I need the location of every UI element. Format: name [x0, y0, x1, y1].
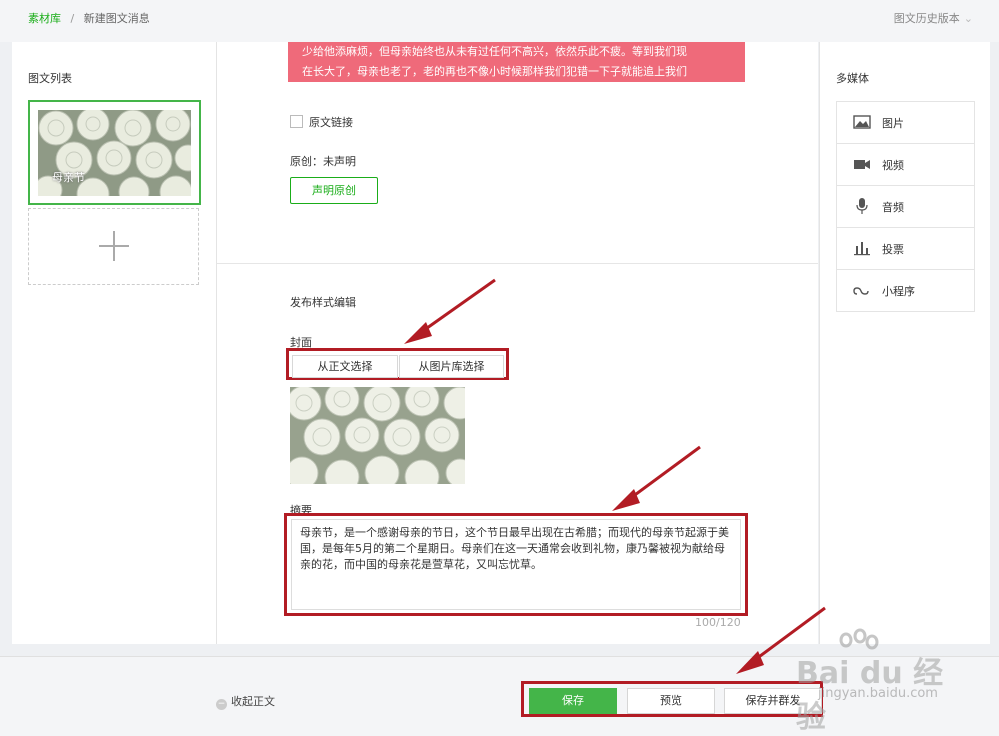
editor-body-area: 少给他添麻烦，但母亲始终也从未有过任何不高兴，依然乐此不疲。等到我们现 在长大了…: [217, 42, 818, 264]
breadcrumb-root-link[interactable]: 素材库: [28, 12, 61, 25]
chevron-down-icon: ⌄: [963, 12, 973, 25]
original-link-label: 原文链接: [309, 116, 353, 129]
media-item-video[interactable]: 视频: [837, 144, 974, 186]
cover-from-library-button[interactable]: 从图片库选择: [399, 355, 504, 378]
cover-button-group: 从正文选择 从图片库选择: [286, 348, 509, 380]
action-highlight-box: 保存 预览 保存并群发: [521, 681, 823, 717]
multimedia-title: 多媒体: [836, 72, 869, 85]
original-status-text: 原创：未声明: [290, 155, 356, 168]
body-text-line-2: 在长大了，母亲也老了，老的再也不像小时候那样我们犯错一下子就能追上我们: [302, 65, 687, 78]
top-bar: 素材库 / 新建图文消息 图文历史版本 ⌄: [0, 0, 999, 42]
preview-button[interactable]: 预览: [627, 688, 715, 714]
cover-from-body-button[interactable]: 从正文选择: [292, 355, 398, 378]
article-list-title: 图文列表: [28, 72, 72, 85]
mini-program-icon: [853, 287, 869, 295]
publish-style-title: 发布样式编辑: [290, 296, 356, 309]
history-versions-dropdown[interactable]: 图文历史版本 ⌄: [894, 10, 973, 26]
save-and-publish-button[interactable]: 保存并群发: [724, 688, 822, 714]
image-icon: [853, 115, 871, 129]
article-card[interactable]: 母亲节: [28, 100, 201, 205]
abstract-char-counter: 100/120: [695, 616, 741, 629]
collapse-body-label: 收起正文: [231, 695, 275, 708]
article-list-panel: 图文列表 母亲节: [12, 42, 217, 644]
breadcrumb-separator: /: [70, 12, 75, 25]
declare-original-button[interactable]: 声明原创: [290, 177, 378, 204]
breadcrumb-current: 新建图文消息: [83, 12, 150, 25]
article-card-title: 母亲节: [52, 171, 85, 184]
media-item-label: 小程序: [882, 285, 915, 298]
add-article-button[interactable]: [28, 208, 199, 285]
collapse-body-button[interactable]: − 收起正文: [216, 693, 275, 710]
plus-icon: [99, 231, 129, 261]
media-item-label: 音频: [882, 201, 904, 214]
video-icon: [854, 160, 870, 169]
multimedia-panel: 多媒体 图片 视频 音频 投票 小程序: [819, 42, 990, 644]
multimedia-list: 图片 视频 音频 投票 小程序: [836, 101, 975, 312]
body-text-line-1: 少给他添麻烦，但母亲始终也从未有过任何不高兴，依然乐此不疲。等到我们现: [302, 45, 687, 58]
highlighted-body-text[interactable]: 少给他添麻烦，但母亲始终也从未有过任何不高兴，依然乐此不疲。等到我们现 在长大了…: [288, 42, 745, 82]
cover-image[interactable]: [290, 387, 465, 484]
media-item-vote[interactable]: 投票: [837, 228, 974, 270]
media-item-label: 图片: [882, 117, 904, 130]
media-item-audio[interactable]: 音频: [837, 186, 974, 228]
media-item-image[interactable]: 图片: [837, 102, 974, 144]
save-button[interactable]: 保存: [529, 688, 617, 714]
original-link-checkbox[interactable]: [290, 115, 303, 128]
abstract-highlight-box: 母亲节，是一个感谢母亲的节日，这个节日最早出现在古希腊；而现代的母亲节起源于美国…: [284, 513, 748, 616]
publish-style-panel: 发布样式编辑 封面 从正文选择 从图片库选择 摘要 母亲节，是一个感谢母亲的节日…: [217, 264, 818, 644]
breadcrumb: 素材库 / 新建图文消息: [28, 10, 150, 26]
collapse-icon: −: [216, 699, 227, 710]
footer-bar: − 收起正文 保存 预览 保存并群发: [0, 656, 999, 736]
abstract-textarea[interactable]: 母亲节，是一个感谢母亲的节日，这个节日最早出现在古希腊；而现代的母亲节起源于美国…: [291, 519, 741, 610]
media-item-label: 投票: [882, 243, 904, 256]
history-versions-label: 图文历史版本: [893, 12, 960, 25]
media-item-label: 视频: [882, 159, 904, 172]
vote-chart-icon: [854, 242, 870, 256]
media-item-mini-program[interactable]: 小程序: [837, 270, 974, 311]
microphone-icon: [856, 198, 868, 214]
